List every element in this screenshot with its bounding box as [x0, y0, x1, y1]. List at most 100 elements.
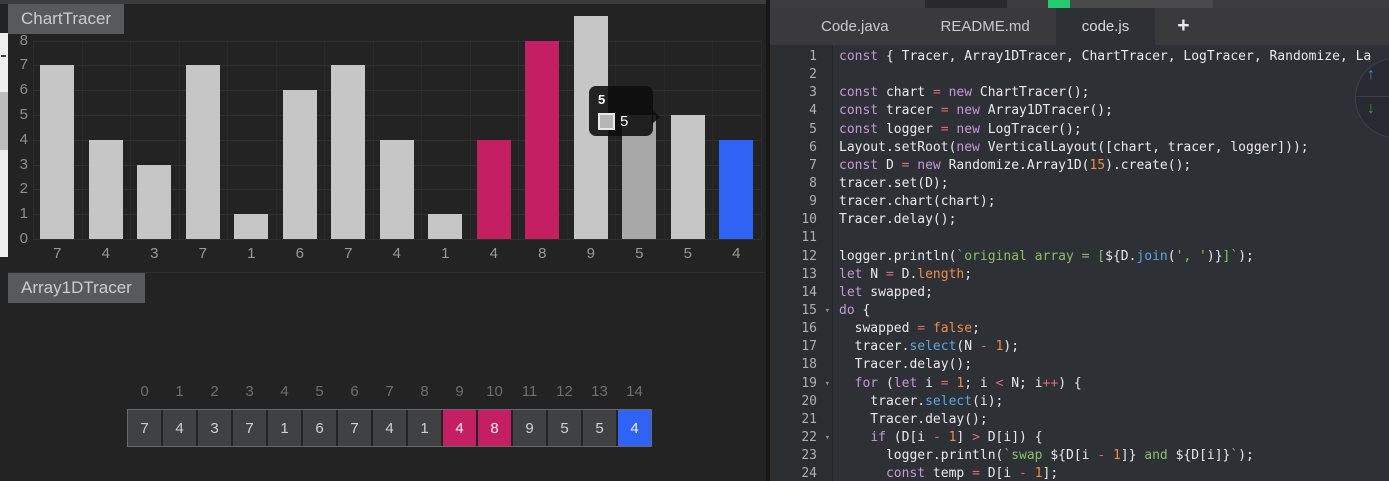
array-cell: 7: [338, 410, 371, 446]
chart-bar[interactable]: [137, 164, 171, 239]
code-editor[interactable]: 1 2 3 4 5 6 7 8 9 10 11 12 13 14 15 ▾ 16 17 18 19 ▾ 20 21 22 ▾ 23…: [770, 45, 1389, 481]
fold-arrow-icon[interactable]: ▾: [825, 302, 830, 320]
code-line: tracer.select(N - 1);: [839, 339, 1020, 355]
progress-cursor[interactable]: [1048, 0, 1070, 8]
array-cell: 7: [233, 410, 266, 446]
code-line: const temp = D[i - 1];: [885, 466, 1059, 481]
code-line: if (D[i - 1] > D[i]) {: [870, 429, 1043, 445]
chart-tooltip: 5 5: [589, 86, 660, 136]
array-index-label: 0: [140, 383, 149, 400]
chart-x-tick-label: 3: [150, 245, 159, 262]
chart-y-tick-label: 6: [19, 81, 28, 99]
add-tab-button[interactable]: +: [1155, 8, 1211, 45]
fold-arrow-icon[interactable]: ▾: [825, 429, 830, 447]
tooltip-caret: [652, 110, 660, 124]
array-index-label: 4: [280, 383, 289, 400]
code-line: const logger = new LogTracer();: [839, 121, 1082, 137]
chart-gridline-vertical: [760, 40, 762, 239]
array-cell: 7: [128, 410, 161, 446]
chart-x-tick-label: 4: [732, 245, 741, 262]
fold-arrow-icon[interactable]: ▾: [825, 375, 830, 393]
chart-gridline-horizontal: [33, 239, 761, 240]
code-line: const { Tracer, Array1DTracer, ChartTrac…: [839, 49, 1372, 64]
code-line: const chart = new ChartTracer();: [839, 85, 1090, 101]
chart-bar[interactable]: [234, 214, 268, 239]
tab-code-js[interactable]: code.js: [1055, 8, 1156, 45]
player-progress-bar[interactable]: [770, 0, 1389, 8]
gutter-line-number: 23: [801, 448, 817, 464]
gutter-line-number: 22 ▾: [770, 429, 832, 447]
chart-bar[interactable]: [185, 65, 220, 239]
code-line: Tracer.delay();: [839, 357, 973, 373]
chart-y-tick-label: 0: [19, 230, 28, 247]
fab-divider: [1356, 96, 1389, 97]
gutter-line-number: 18: [801, 357, 817, 373]
editor-gutter: 1 2 3 4 5 6 7 8 9 10 11 12 13 14 15 ▾ 16 17 18 19 ▾ 20 21 22 ▾ 23…: [770, 45, 833, 481]
gutter-line-number: 9: [809, 194, 817, 210]
array-index-label: 9: [455, 383, 464, 400]
chart-bar[interactable]: [88, 139, 123, 239]
array-index-label: 8: [420, 383, 429, 400]
chart-y-tick-label: 7: [19, 56, 28, 74]
scroll-up-icon[interactable]: ↑: [1367, 66, 1375, 84]
gutter-line-number: 17: [801, 339, 817, 355]
code-line: swapped = false;: [839, 321, 980, 337]
chart-bar[interactable]: [282, 90, 317, 239]
scroll-down-icon[interactable]: ↓: [1367, 100, 1375, 118]
chart-bar[interactable]: [719, 139, 753, 239]
chart-tracer-panel: ChartTracer 012345678 743716741489554 5 …: [8, 4, 766, 270]
array-cell: 5: [548, 410, 581, 446]
chart-y-tick-label: 5: [19, 106, 28, 123]
tooltip-title: 5: [598, 92, 606, 107]
array-index-label: 14: [626, 383, 643, 400]
left-scrollbar[interactable]: [0, 33, 8, 257]
array-tracer-title: Array1DTracer: [8, 273, 145, 303]
gutter-line-number: 21: [801, 411, 817, 427]
chart-x-tick-label: 5: [683, 245, 692, 262]
array-cell: 1: [268, 410, 301, 446]
chart-x-tick-label: 9: [586, 245, 595, 262]
chart-y-tick-label: 1: [19, 205, 28, 223]
progress-segment-dark: [925, 0, 1007, 8]
code-line: do {: [839, 302, 871, 318]
gutter-line-number: 12: [801, 248, 817, 264]
chart-bar[interactable]: [40, 65, 74, 239]
chart-y-tick-label: 3: [19, 155, 28, 173]
chart-x-tick-label: 8: [538, 245, 547, 262]
tab-code-java[interactable]: Code.java: [795, 8, 915, 45]
chart-gridline-horizontal: [33, 65, 761, 67]
array-index-label: 1: [175, 383, 184, 400]
chart-bar[interactable]: [525, 40, 559, 239]
array-index-label: 5: [315, 383, 324, 400]
editor-code-area[interactable]: const { Tracer, Array1DTracer, ChartTrac…: [833, 45, 1389, 481]
chart-bar[interactable]: [670, 115, 705, 239]
gutter-line-number: 10: [801, 212, 817, 228]
code-line: logger.println(`original array = [${D.jo…: [839, 248, 1254, 264]
array-cell: 6: [303, 410, 336, 446]
code-line: const tracer = new Array1DTracer();: [839, 103, 1113, 119]
chart-bar[interactable]: [476, 139, 511, 239]
app-window: ChartTracer 012345678 743716741489554 5 …: [0, 0, 1389, 481]
array-index-label: 2: [210, 383, 219, 400]
code-editor-panel: Code.java README.md code.js + 1 2 3 4 5 6 7 8 9 10 1…: [770, 0, 1389, 481]
code-line: let swapped;: [839, 284, 933, 300]
chart-x-tick-label: 7: [344, 245, 353, 262]
chart-x-tick-label: 4: [101, 245, 110, 262]
tab-readme-md[interactable]: README.md: [915, 8, 1056, 45]
chart-bar[interactable]: [331, 65, 365, 239]
gutter-line-number: 14: [801, 284, 817, 300]
editor-tab-bar: Code.java README.md code.js +: [770, 8, 1389, 45]
gutter-line-number: 24: [801, 466, 817, 481]
array-cell: 4: [163, 410, 196, 446]
code-line: Tracer.delay();: [839, 212, 957, 228]
chart-bar[interactable]: [428, 214, 462, 239]
array-index-label: 7: [385, 383, 394, 400]
chart-y-tick-label: 8: [19, 31, 28, 49]
chart-bar[interactable]: [379, 139, 414, 239]
chart-x-tick-label: 7: [198, 245, 207, 262]
left-scrollbar-thumb[interactable]: [0, 92, 8, 150]
gutter-line-number: 1: [809, 49, 817, 64]
panel-resize-handle[interactable]: [1, 55, 6, 57]
gutter-line-number: 16: [801, 321, 817, 337]
